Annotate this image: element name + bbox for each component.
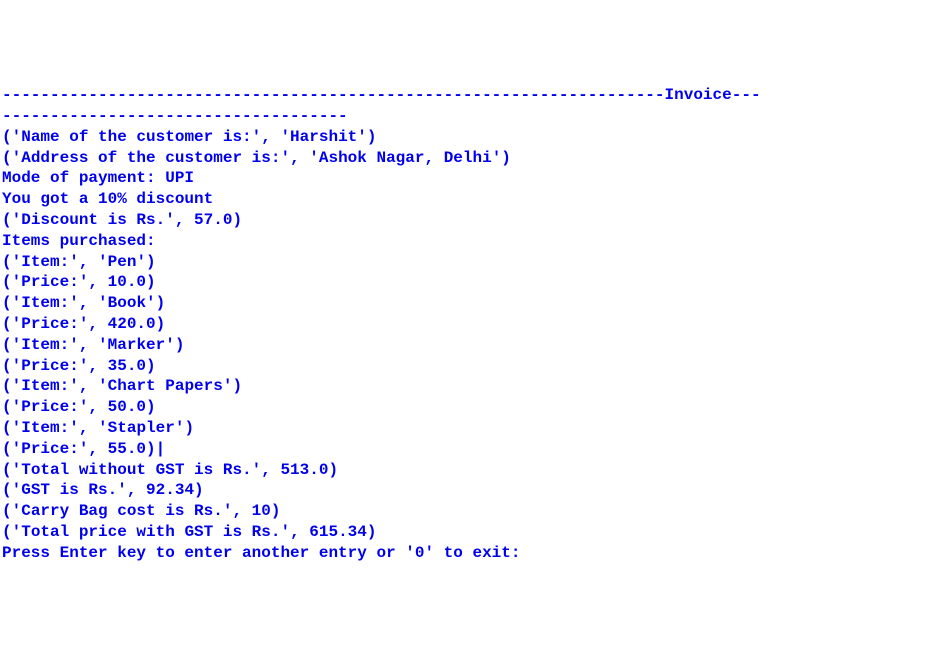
prompt-line[interactable]: Press Enter key to enter another entry o…: [2, 543, 948, 564]
item-1-price: ('Price:', 420.0): [2, 314, 948, 335]
discount-amount-line: ('Discount is Rs.', 57.0): [2, 210, 948, 231]
items-header-line: Items purchased:: [2, 231, 948, 252]
payment-mode-line: Mode of payment: UPI: [2, 168, 948, 189]
item-3-price: ('Price:', 50.0): [2, 397, 948, 418]
total-line: ('Total price with GST is Rs.', 615.34): [2, 522, 948, 543]
item-4-price: ('Price:', 55.0)|: [2, 439, 948, 460]
header-line2: ------------------------------------: [2, 106, 948, 127]
bag-line: ('Carry Bag cost is Rs.', 10): [2, 501, 948, 522]
item-4-name: ('Item:', 'Stapler'): [2, 418, 948, 439]
gst-line: ('GST is Rs.', 92.34): [2, 480, 948, 501]
item-2-name: ('Item:', 'Marker'): [2, 335, 948, 356]
item-0-name: ('Item:', 'Pen'): [2, 252, 948, 273]
header-line1: ----------------------------------------…: [2, 85, 948, 106]
customer-address-line: ('Address of the customer is:', 'Ashok N…: [2, 148, 948, 169]
customer-name-line: ('Name of the customer is:', 'Harshit'): [2, 127, 948, 148]
text-cursor: |: [156, 440, 166, 458]
item-2-price: ('Price:', 35.0): [2, 356, 948, 377]
item-0-price: ('Price:', 10.0): [2, 272, 948, 293]
subtotal-line: ('Total without GST is Rs.', 513.0): [2, 460, 948, 481]
item-1-name: ('Item:', 'Book'): [2, 293, 948, 314]
discount-msg-line: You got a 10% discount: [2, 189, 948, 210]
item-3-name: ('Item:', 'Chart Papers'): [2, 376, 948, 397]
